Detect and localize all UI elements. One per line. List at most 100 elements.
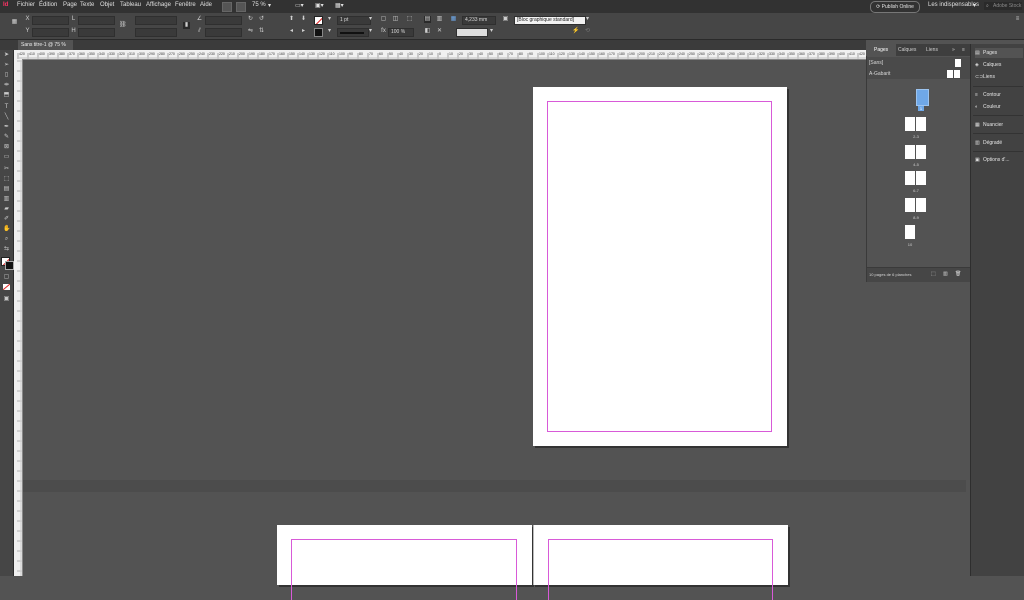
dock-contour[interactable]: ≡ Contour <box>975 90 1023 100</box>
flip-vertical-icon[interactable]: ⇅ <box>258 28 265 35</box>
document-tab[interactable]: Sans titre-1 @ 75 % × <box>18 40 73 58</box>
constrain-proportions-icon[interactable]: ⛓ <box>119 22 127 29</box>
text-wrap-shape-icon[interactable]: ◧ <box>424 28 431 35</box>
tab-calques[interactable]: Calques <box>898 47 916 53</box>
menu-page[interactable]: Page <box>63 2 77 8</box>
text-wrap-box-icon[interactable]: ▥ <box>436 16 443 23</box>
formatting-container-icon[interactable]: ▢ <box>3 274 10 280</box>
menu-tableau[interactable]: Tableau <box>120 2 141 8</box>
view-options-icon[interactable] <box>236 2 246 12</box>
width-field[interactable] <box>78 16 115 25</box>
page-tool-icon[interactable]: ▯ <box>3 72 10 78</box>
stroke-weight-field[interactable]: 1 pt <box>337 16 371 25</box>
dock-pages[interactable]: ▤ Pages <box>975 48 1023 58</box>
object-style-select[interactable]: [Bloc graphique standard] <box>514 16 586 25</box>
apply-none-icon[interactable] <box>3 284 10 290</box>
gap-tool-icon[interactable]: ⇹ <box>3 82 10 88</box>
master-a-thumb-right[interactable] <box>954 70 960 78</box>
dock-nuancier[interactable]: ▦ Nuancier <box>975 120 1023 130</box>
quick-apply-icon[interactable]: ⚡ <box>572 28 579 35</box>
free-transform-tool-icon[interactable]: ⬚ <box>3 176 10 182</box>
menu-edition[interactable]: Édition <box>39 2 57 8</box>
page-thumb-2[interactable] <box>905 117 915 131</box>
page-thumb-10[interactable] <box>905 225 915 239</box>
page-thumb-6[interactable] <box>905 171 915 185</box>
page-thumb-4[interactable] <box>905 145 915 159</box>
page-size-icon[interactable]: ⬚ <box>931 271 936 277</box>
screen-mode-icon[interactable]: ▭▾ <box>295 2 304 9</box>
hand-tool-icon[interactable]: ✋ <box>3 226 10 232</box>
create-style-icon[interactable]: ⟲ <box>584 28 591 35</box>
stroke-align-icon[interactable]: ▢ <box>380 16 387 23</box>
stroke-type-field[interactable] <box>337 28 369 37</box>
shear-field[interactable] <box>205 28 242 37</box>
page-thumb-3[interactable] <box>916 117 926 131</box>
select-content-icon[interactable]: ⬇ <box>300 16 307 23</box>
select-previous-icon[interactable]: ◂ <box>288 28 295 35</box>
stroke-swatch[interactable] <box>314 28 323 37</box>
direct-selection-tool-icon[interactable]: ➢ <box>3 62 10 68</box>
page-thumb-9[interactable] <box>916 198 926 212</box>
rectangle-frame-tool-icon[interactable]: ⊠ <box>3 144 10 150</box>
columns-icon[interactable]: ▦ <box>450 16 457 23</box>
scale-y-field[interactable] <box>135 28 177 37</box>
menu-texte[interactable]: Texte <box>80 2 94 8</box>
dock-options[interactable]: ▣ Options d'... <box>975 155 1023 165</box>
horizontal-ruler[interactable]: 420 410 400 390 380 370 360 350 340 330 320 310 300 2… <box>14 50 866 60</box>
color-field[interactable] <box>456 28 488 37</box>
eyedropper-tool-icon[interactable]: ✐ <box>3 216 10 222</box>
gutter-field[interactable]: 4,233 mm <box>462 16 496 25</box>
select-container-icon[interactable]: ⬆ <box>288 16 295 23</box>
bridge-icon[interactable] <box>222 2 232 12</box>
dock-calques[interactable]: ◈ Calques <box>975 60 1023 70</box>
rotation-field[interactable] <box>205 16 242 25</box>
flip-horizontal-icon[interactable]: ⇋ <box>247 28 254 35</box>
dock-liens[interactable]: ⊂⊃Liens <box>975 72 1023 82</box>
color-dropdown-icon[interactable]: ▾ <box>488 28 495 35</box>
tab-pages[interactable]: Pages <box>874 47 888 53</box>
type-tool-icon[interactable]: T <box>3 104 10 110</box>
menu-aide[interactable]: Aide <box>200 2 212 8</box>
opacity-field[interactable]: 100 % <box>388 28 414 37</box>
stock-search-field[interactable]: ⌕ Adobe Stock <box>984 2 1022 10</box>
constrain-scale-icon[interactable]: ▮ <box>183 22 190 29</box>
fill-dropdown-icon[interactable]: ▾ <box>326 16 333 23</box>
zoom-dropdown-icon[interactable]: ▾ <box>268 2 271 9</box>
x-position-field[interactable] <box>32 16 69 25</box>
arrange-icon[interactable]: ▣▾ <box>315 2 324 9</box>
select-next-icon[interactable]: ▸ <box>300 28 307 35</box>
menu-fenetre[interactable]: Fenêtre <box>175 2 196 8</box>
frame-fitting-icon[interactable]: ⬚ <box>406 16 413 23</box>
fill-swatch[interactable] <box>314 16 323 25</box>
zoom-tool-icon[interactable]: ⌕ <box>3 236 10 242</box>
pencil-tool-icon[interactable]: ✎ <box>3 134 10 140</box>
line-tool-icon[interactable]: ╲ <box>3 114 10 120</box>
scissors-tool-icon[interactable]: ✂ <box>3 166 10 172</box>
stroke-weight-dropdown-icon[interactable]: ▾ <box>367 16 374 23</box>
page-3[interactable] <box>533 525 788 600</box>
gradient-swatch-tool-icon[interactable]: ▤ <box>3 186 10 192</box>
tab-liens[interactable]: Liens <box>926 47 938 53</box>
swap-colors-icon[interactable]: ⇆ <box>3 246 10 252</box>
control-menu-icon[interactable]: ≡ <box>1014 16 1021 23</box>
gradient-feather-tool-icon[interactable]: ▥ <box>3 196 10 202</box>
note-tool-icon[interactable]: ▰ <box>3 206 10 212</box>
page-1[interactable] <box>533 87 787 446</box>
rectangle-tool-icon[interactable]: ▭ <box>3 154 10 160</box>
page-thumb-8[interactable] <box>905 198 915 212</box>
menu-affichage[interactable]: Affichage <box>146 2 171 8</box>
menu-fichier[interactable]: Fichier <box>17 2 35 8</box>
layout-icon[interactable]: ▦▾ <box>335 2 344 9</box>
object-style-dropdown-icon[interactable]: ▾ <box>584 16 591 23</box>
none-master-thumb[interactable] <box>955 59 961 67</box>
y-position-field[interactable] <box>32 28 69 37</box>
panel-menu-icon[interactable]: ≡ <box>962 47 965 53</box>
dock-degrade[interactable]: ▥ Dégradé <box>975 138 1023 148</box>
zoom-level[interactable]: 75 % <box>252 2 266 8</box>
text-wrap-none-icon[interactable]: ▤ <box>424 16 431 23</box>
workspace-dropdown-icon[interactable]: ▾ <box>973 2 976 9</box>
page-thumb-7[interactable] <box>916 171 926 185</box>
master-a-thumb-left[interactable] <box>947 70 953 78</box>
stroke-type-dropdown-icon[interactable]: ▾ <box>367 28 374 35</box>
content-collector-icon[interactable]: ⬒ <box>3 92 10 98</box>
